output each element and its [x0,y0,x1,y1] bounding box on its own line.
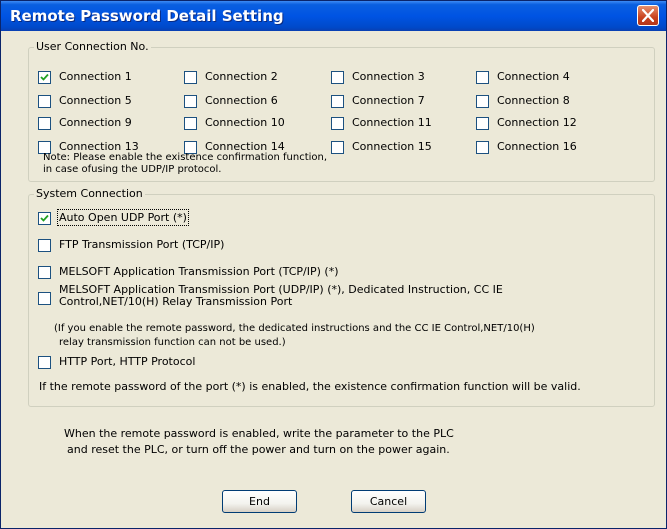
connection-item-9[interactable]: Connection 9 [38,116,178,131]
connection-4-checkbox[interactable] [476,71,489,84]
connection-7-label: Connection 7 [352,94,425,107]
window-title: Remote Password Detail Setting [10,7,284,25]
connection-4-label: Connection 4 [497,70,570,83]
connection-16-label: Connection 16 [497,140,577,153]
system-item-http[interactable]: HTTP Port, HTTP Protocol [38,355,338,370]
ftp-port-label: FTP Transmission Port (TCP/IP) [59,238,225,251]
remark-line-1: (If you enable the remote password, the … [54,323,535,334]
connection-12-checkbox[interactable] [476,117,489,130]
dedicated-instruction-remark: (If you enable the remote password, the … [54,322,535,350]
connection-item-10[interactable]: Connection 10 [184,116,324,131]
dialog-window: Remote Password Detail Setting User Conn… [0,0,667,529]
checkmark-icon [40,214,49,222]
auto-open-udp-checkbox[interactable] [38,212,51,225]
connection-11-checkbox[interactable] [331,117,344,130]
connection-1-label: Connection 1 [59,70,132,83]
connection-item-5[interactable]: Connection 5 [38,94,178,109]
connection-item-8[interactable]: Connection 8 [476,94,616,109]
connection-item-4[interactable]: Connection 4 [476,70,616,85]
connection-6-label: Connection 6 [205,94,278,107]
connection-12-label: Connection 12 [497,116,577,129]
system-item-ftp[interactable]: FTP Transmission Port (TCP/IP) [38,238,338,253]
connection-1-checkbox[interactable] [38,71,51,84]
connection-item-11[interactable]: Connection 11 [331,116,471,131]
melsoft-tcp-checkbox[interactable] [38,266,51,279]
bottom-line-1: When the remote password is enabled, wri… [64,427,454,440]
checkmark-icon [40,73,49,81]
auto-open-udp-label: Auto Open UDP Port (*) [57,209,189,226]
user-connection-note: Note: Please enable the existence confir… [43,152,327,176]
connection-15-label: Connection 15 [352,140,432,153]
end-button[interactable]: End [222,490,297,513]
close-icon [642,9,654,22]
connection-10-checkbox[interactable] [184,117,197,130]
ftp-port-checkbox[interactable] [38,239,51,252]
connection-9-label: Connection 9 [59,116,132,129]
existence-confirmation-note: If the remote password of the port (*) i… [39,380,581,393]
connection-item-3[interactable]: Connection 3 [331,70,471,85]
system-item-auto-open-udp[interactable]: Auto Open UDP Port (*) [38,209,338,226]
connection-8-checkbox[interactable] [476,95,489,108]
close-button[interactable] [637,5,659,26]
cancel-button[interactable]: Cancel [351,490,426,513]
connection-9-checkbox[interactable] [38,117,51,130]
connection-8-label: Connection 8 [497,94,570,107]
connection-item-2[interactable]: Connection 2 [184,70,324,85]
connection-item-12[interactable]: Connection 12 [476,116,616,131]
connection-6-checkbox[interactable] [184,95,197,108]
connection-11-label: Connection 11 [352,116,432,129]
system-connection-legend: System Connection [34,187,145,200]
system-item-melsoft-udp[interactable]: MELSOFT Application Transmission Port (U… [38,284,598,319]
connection-2-label: Connection 2 [205,70,278,83]
note-line-2: in case ofusing the UDP/IP protocol. [43,164,222,175]
note-line-1: Note: Please enable the existence confir… [43,152,328,163]
connection-7-checkbox[interactable] [331,95,344,108]
user-connection-legend: User Connection No. [34,40,151,53]
connection-item-15[interactable]: Connection 15 [331,140,471,155]
connection-3-label: Connection 3 [352,70,425,83]
melsoft-udp-label: MELSOFT Application Transmission Port (U… [59,283,503,308]
title-bar[interactable]: Remote Password Detail Setting [1,1,666,31]
bottom-instruction: When the remote password is enabled, wri… [64,426,454,458]
remark-line-2: relay transmission function can not be u… [59,337,286,348]
connection-5-label: Connection 5 [59,94,132,107]
http-port-checkbox[interactable] [38,356,51,369]
connection-16-checkbox[interactable] [476,141,489,154]
bottom-line-2: and reset the PLC, or turn off the power… [67,443,450,456]
connection-item-6[interactable]: Connection 6 [184,94,324,109]
connection-item-1[interactable]: Connection 1 [38,70,178,85]
connection-item-7[interactable]: Connection 7 [331,94,471,109]
melsoft-tcp-label: MELSOFT Application Transmission Port (T… [59,265,339,278]
system-item-melsoft-tcp[interactable]: MELSOFT Application Transmission Port (T… [38,265,438,280]
connection-10-label: Connection 10 [205,116,285,129]
connection-3-checkbox[interactable] [331,71,344,84]
connection-item-16[interactable]: Connection 16 [476,140,616,155]
connection-2-checkbox[interactable] [184,71,197,84]
melsoft-udp-checkbox[interactable] [38,292,51,305]
http-port-label: HTTP Port, HTTP Protocol [59,355,196,368]
connection-5-checkbox[interactable] [38,95,51,108]
connection-15-checkbox[interactable] [331,141,344,154]
